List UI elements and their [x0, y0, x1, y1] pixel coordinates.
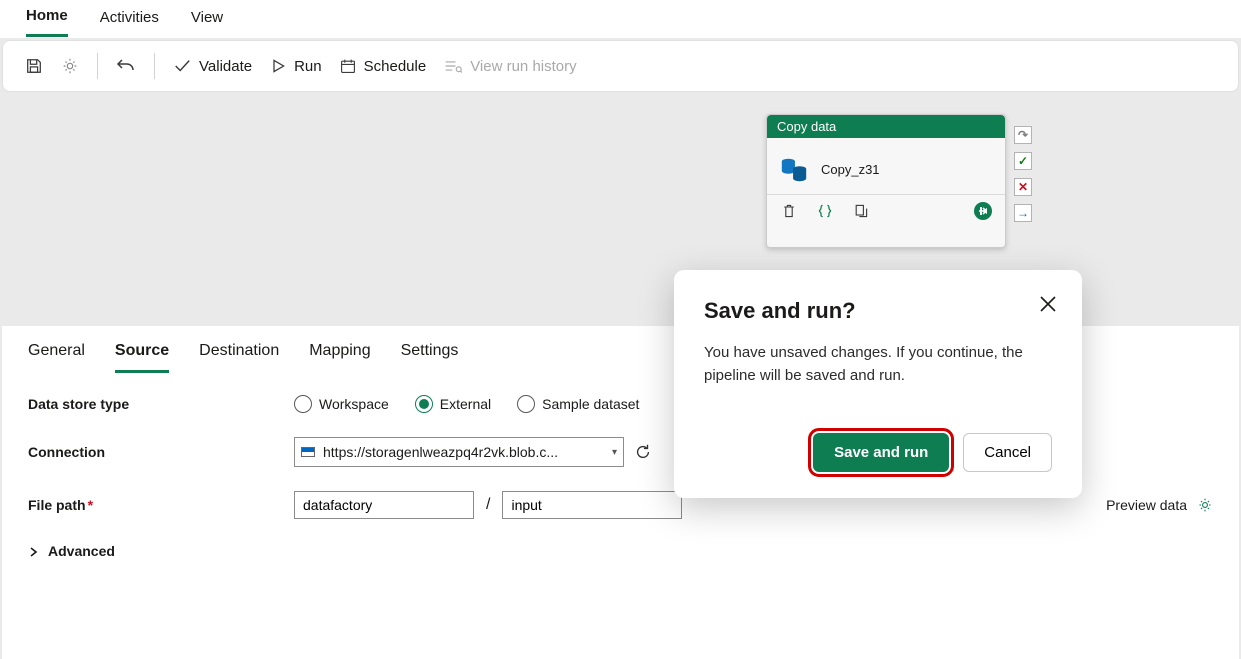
- data-store-type-radios: Workspace External Sample dataset: [294, 395, 639, 413]
- toolbar-divider: [154, 53, 155, 79]
- copy-icon[interactable]: [853, 203, 869, 219]
- preview-data-label: Preview data: [1106, 497, 1187, 513]
- tab-home[interactable]: Home: [26, 7, 68, 37]
- radio-external[interactable]: External: [415, 395, 491, 413]
- radio-external-label: External: [440, 396, 491, 412]
- save-icon[interactable]: [25, 57, 43, 75]
- view-run-history-button: View run history: [444, 58, 576, 75]
- history-label: View run history: [470, 58, 576, 75]
- delete-icon[interactable]: [781, 203, 797, 219]
- file-path-directory-input[interactable]: [502, 491, 682, 519]
- data-store-type-label: Data store type: [28, 396, 294, 412]
- save-and-run-dialog: Save and run? You have unsaved changes. …: [674, 270, 1082, 498]
- advanced-toggle[interactable]: Advanced: [28, 543, 1213, 559]
- radio-workspace[interactable]: Workspace: [294, 395, 389, 413]
- validate-label: Validate: [199, 58, 252, 75]
- cancel-button[interactable]: Cancel: [963, 433, 1052, 472]
- radio-sample-label: Sample dataset: [542, 396, 639, 412]
- dialog-body: You have unsaved changes. If you continu…: [704, 342, 1052, 387]
- validate-button[interactable]: Validate: [173, 57, 252, 75]
- activity-footer: [767, 194, 1005, 229]
- braces-icon[interactable]: [817, 203, 833, 219]
- ribbon-tabs: Home Activities View: [0, 0, 1241, 38]
- run-label: Run: [294, 58, 322, 75]
- activity-name: Copy_z31: [821, 162, 880, 177]
- toolbar: Validate Run Schedule View run history: [2, 40, 1239, 92]
- activity-run-icon[interactable]: [973, 201, 993, 221]
- schedule-button[interactable]: Schedule: [340, 58, 427, 75]
- advanced-label: Advanced: [48, 543, 115, 559]
- tab-source[interactable]: Source: [115, 342, 169, 373]
- preview-data-link[interactable]: Preview data: [1106, 497, 1213, 513]
- radio-sample[interactable]: Sample dataset: [517, 395, 639, 413]
- undo-button[interactable]: [116, 56, 136, 76]
- radio-workspace-label: Workspace: [319, 396, 389, 412]
- run-button[interactable]: Run: [270, 58, 322, 75]
- tab-settings[interactable]: Settings: [401, 342, 459, 373]
- file-path-label: File path*: [28, 497, 294, 513]
- connector-success[interactable]: ✓: [1014, 152, 1032, 170]
- tab-view[interactable]: View: [191, 9, 223, 36]
- toolbar-divider: [97, 53, 98, 79]
- connection-label: Connection: [28, 444, 294, 460]
- activity-header: Copy data: [767, 115, 1005, 138]
- close-icon[interactable]: [1036, 292, 1060, 316]
- copy-data-icon: [779, 154, 809, 184]
- settings-icon[interactable]: [61, 57, 79, 75]
- tab-mapping[interactable]: Mapping: [309, 342, 370, 373]
- connector-skip[interactable]: →: [1014, 204, 1032, 222]
- schedule-label: Schedule: [364, 58, 427, 75]
- dependency-connectors: ↷ ✓ ✕ →: [1014, 126, 1032, 222]
- connector-failure[interactable]: ✕: [1014, 178, 1032, 196]
- tab-destination[interactable]: Destination: [199, 342, 279, 373]
- refresh-icon[interactable]: [634, 443, 652, 461]
- file-path-container-input[interactable]: [294, 491, 474, 519]
- copy-data-activity[interactable]: Copy data Copy_z31: [766, 114, 1006, 248]
- preview-settings-icon[interactable]: [1197, 497, 1213, 513]
- tab-activities[interactable]: Activities: [100, 9, 159, 36]
- activity-body: Copy_z31: [767, 138, 1005, 194]
- save-and-run-button[interactable]: Save and run: [813, 433, 949, 472]
- connection-select[interactable]: https://storagenlweazpq4r2vk.blob.c... ▾: [294, 437, 624, 467]
- chevron-down-icon: ▾: [612, 447, 617, 458]
- connection-value: https://storagenlweazpq4r2vk.blob.c...: [323, 444, 604, 460]
- tab-general[interactable]: General: [28, 342, 85, 373]
- storage-icon: [301, 447, 315, 457]
- connector-completion[interactable]: ↷: [1014, 126, 1032, 144]
- dialog-title: Save and run?: [704, 298, 1052, 324]
- path-separator: /: [486, 496, 490, 514]
